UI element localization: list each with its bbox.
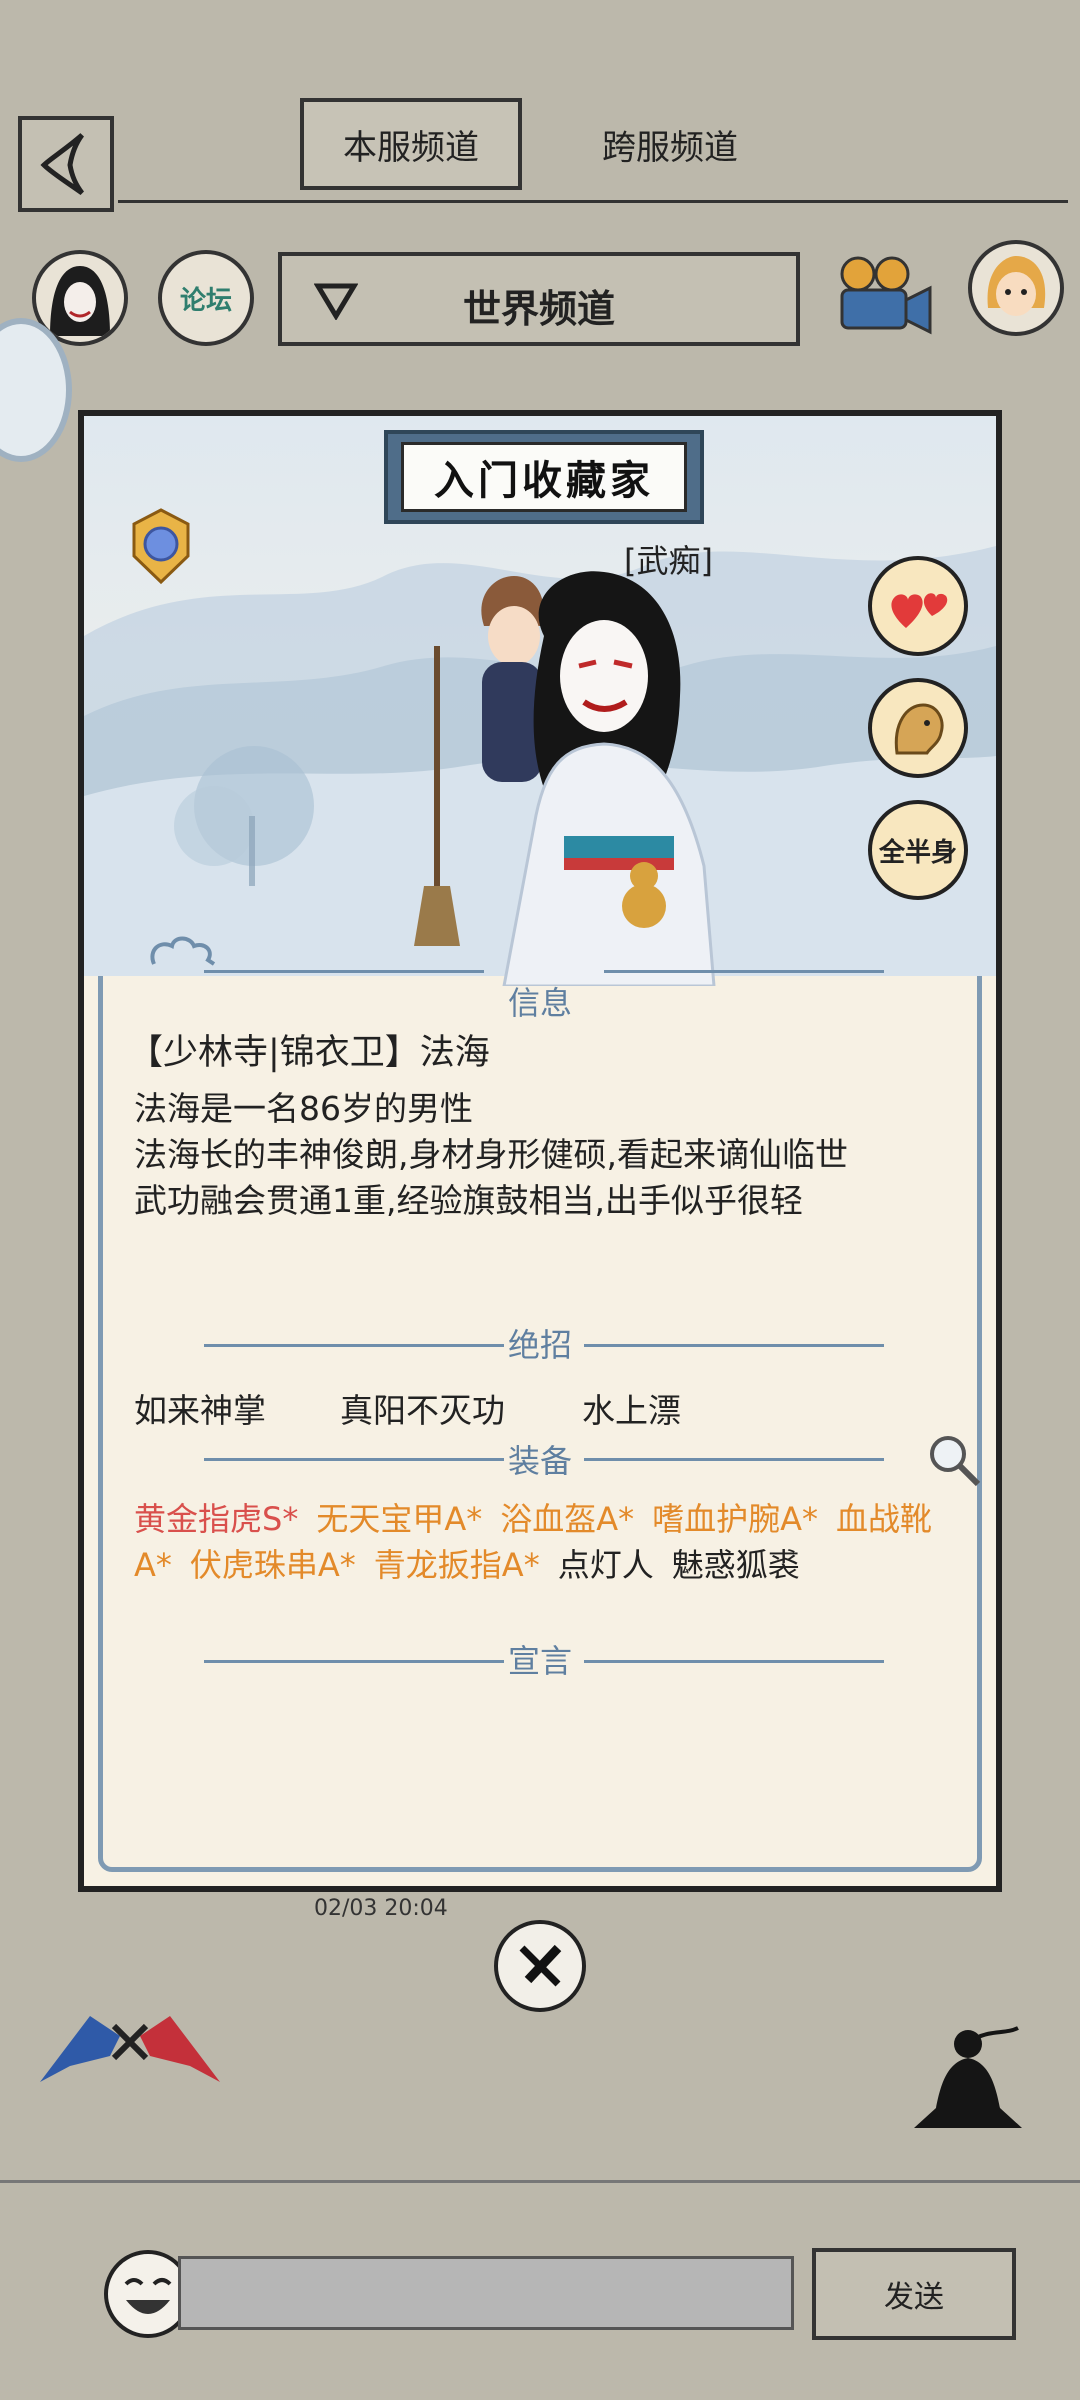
info-age-line: 法海是一名86岁的男性 [134, 1089, 473, 1128]
equipment-item[interactable]: 伏虎珠串A* [190, 1546, 356, 1584]
hearts-icon [891, 593, 948, 628]
equipment-item[interactable]: 点灯人 [558, 1546, 654, 1584]
equipment-item[interactable]: 嗜血护腕A* [652, 1500, 818, 1538]
profile-card: 入门收藏家 [武痴] 全半身 信息 【少林寺|锦衣卫】法海 法海是一名86岁的男… [78, 410, 1002, 1892]
equipment-item[interactable]: 无天宝甲A* [316, 1500, 482, 1538]
pvp-fight-icon[interactable] [30, 1996, 230, 2092]
info-section-title: 信息 [507, 984, 572, 1022]
equipment-item[interactable]: 魅惑狐裘 [672, 1546, 800, 1584]
info-name-line: 【少林寺|锦衣卫】法海 [128, 1033, 490, 1073]
equipment-item[interactable]: 青龙扳指A* [374, 1546, 540, 1584]
skill-item[interactable]: 如来神掌 [134, 1384, 266, 1432]
title-plate: 入门收藏家 [384, 430, 704, 524]
info-divider-left [204, 970, 484, 973]
equipment-line-2: A* 伏虎珠串A* 青龙扳指A* 点灯人 魅惑狐裘 [134, 1540, 818, 1586]
info-appearance-line: 法海长的丰神俊朗,身材身形健硕,看起来谪仙临世 [134, 1135, 848, 1174]
equipment-item[interactable]: A* [134, 1546, 172, 1584]
forum-label: 论坛 [179, 285, 232, 316]
close-profile-button[interactable] [494, 1920, 586, 2012]
equipment-item[interactable]: 血战靴 [836, 1500, 932, 1538]
equipment-section-title: 装备 [507, 1442, 572, 1480]
back-arrow-icon [40, 133, 85, 196]
equipment-line-1: 黄金指虎S* 无天宝甲A* 浴血盔A* 嗜血护腕A* 血战靴 [134, 1494, 950, 1540]
mount-button[interactable] [868, 678, 968, 778]
like-button[interactable] [868, 556, 968, 656]
forum-button[interactable]: 论坛 [158, 250, 254, 346]
skills-section-title: 绝招 [507, 1326, 572, 1364]
customer-service-avatar[interactable] [968, 240, 1064, 336]
skill-item[interactable]: 水上漂 [582, 1384, 681, 1432]
equipment-item[interactable]: 浴血盔A* [500, 1500, 634, 1538]
skill-item[interactable]: 真阳不灭功 [340, 1384, 505, 1432]
info-divider-right [604, 970, 884, 973]
info-martial-line: 武功融会贯通1重,经验旗鼓相当,出手似乎很轻 [134, 1181, 803, 1220]
declaration-section-title: 宣言 [507, 1642, 572, 1680]
message-timestamp: 02/03 20:04 [314, 1896, 448, 1921]
channel-label: 世界频道 [462, 287, 615, 331]
body-toggle-label: 全半身 [878, 837, 957, 868]
tab-cross-server[interactable]: 跨服频道 [540, 98, 800, 190]
title-plate-text: 入门收藏家 [401, 442, 687, 512]
character-illustration [414, 571, 716, 986]
back-button[interactable] [18, 116, 114, 212]
channel-selector[interactable]: 世界频道 [278, 252, 800, 346]
footer-divider [0, 2180, 1080, 2183]
magnifier-icon[interactable] [924, 1430, 984, 1494]
body-toggle-button[interactable]: 全半身 [868, 800, 968, 900]
close-icon [519, 1944, 562, 1987]
equipment-item[interactable]: 黄金指虎S* [134, 1500, 298, 1538]
tab-local-server[interactable]: 本服频道 [300, 98, 522, 190]
meditation-icon[interactable] [906, 2018, 1030, 2142]
header-divider [118, 200, 1068, 203]
chat-input[interactable] [178, 2256, 794, 2330]
rank-badge-icon [132, 508, 190, 585]
video-camera-icon[interactable] [830, 252, 934, 342]
camel-icon [894, 703, 944, 755]
send-button[interactable]: 发送 [812, 2248, 1016, 2340]
